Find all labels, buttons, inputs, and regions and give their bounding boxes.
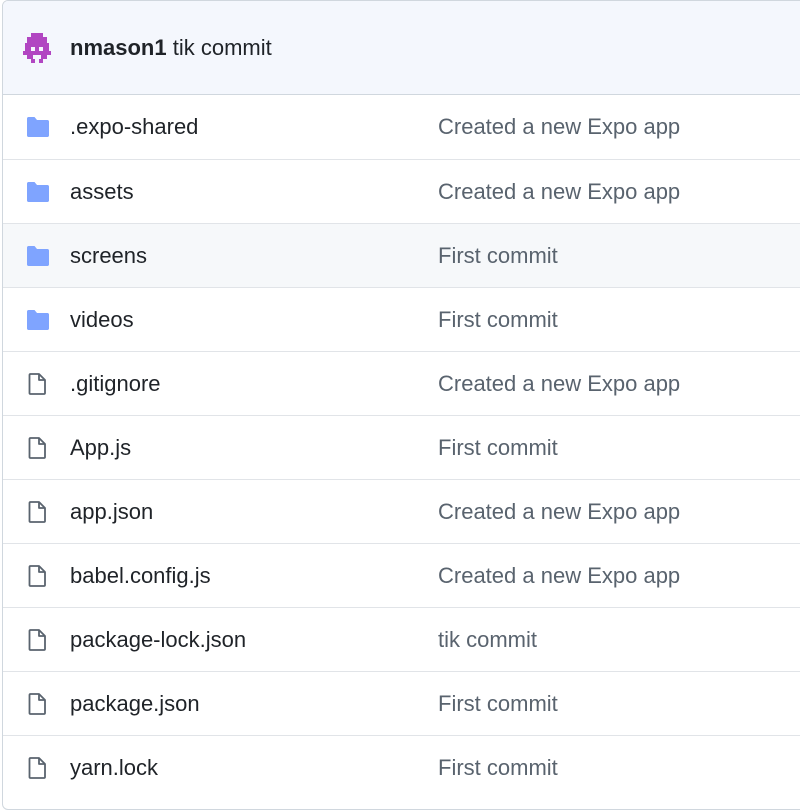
file-row[interactable]: babel.config.js Created a new Expo app <box>3 543 800 607</box>
file-row[interactable]: app.json Created a new Expo app <box>3 479 800 543</box>
file-commit-message-link[interactable]: tik commit <box>438 626 537 654</box>
latest-commit-text: nmason1 tik commit <box>70 34 272 62</box>
file-icon <box>25 756 51 780</box>
avatar[interactable] <box>21 31 53 63</box>
file-commit-message-link[interactable]: First commit <box>438 434 558 462</box>
file-name-link[interactable]: .gitignore <box>70 370 161 398</box>
file-list: .expo-shared Created a new Expo app asse… <box>3 95 800 799</box>
latest-commit-message-link[interactable]: tik commit <box>173 35 272 60</box>
file-commit-message-link[interactable]: Created a new Expo app <box>438 178 680 206</box>
file-icon <box>25 628 51 652</box>
folder-icon <box>25 115 51 139</box>
file-row[interactable]: package.json First commit <box>3 671 800 735</box>
file-name-link[interactable]: babel.config.js <box>70 562 211 590</box>
file-name-link[interactable]: App.js <box>70 434 131 462</box>
file-commit-message-link[interactable]: First commit <box>438 690 558 718</box>
commit-author-link[interactable]: nmason1 <box>70 35 167 60</box>
file-name-link[interactable]: videos <box>70 306 134 334</box>
file-name-link[interactable]: app.json <box>70 498 153 526</box>
file-browser: nmason1 tik commit .expo-shared Created … <box>2 0 800 810</box>
file-row[interactable]: screens First commit <box>3 223 800 287</box>
folder-icon <box>25 180 51 204</box>
file-name-link[interactable]: screens <box>70 242 147 270</box>
file-name-link[interactable]: package.json <box>70 690 200 718</box>
file-commit-message-link[interactable]: First commit <box>438 306 558 334</box>
latest-commit-header: nmason1 tik commit <box>3 1 800 95</box>
file-row[interactable]: assets Created a new Expo app <box>3 159 800 223</box>
file-commit-message-link[interactable]: First commit <box>438 754 558 782</box>
file-name-link[interactable]: yarn.lock <box>70 754 158 782</box>
file-row[interactable]: yarn.lock First commit <box>3 735 800 799</box>
file-name-link[interactable]: package-lock.json <box>70 626 246 654</box>
file-commit-message-link[interactable]: First commit <box>438 242 558 270</box>
file-row[interactable]: .expo-shared Created a new Expo app <box>3 95 800 159</box>
file-row[interactable]: App.js First commit <box>3 415 800 479</box>
file-icon <box>25 372 51 396</box>
file-icon <box>25 564 51 588</box>
file-name-link[interactable]: assets <box>70 178 134 206</box>
file-commit-message-link[interactable]: Created a new Expo app <box>438 113 680 141</box>
file-commit-message-link[interactable]: Created a new Expo app <box>438 498 680 526</box>
file-row[interactable]: package-lock.json tik commit <box>3 607 800 671</box>
file-commit-message-link[interactable]: Created a new Expo app <box>438 370 680 398</box>
file-icon <box>25 692 51 716</box>
file-name-link[interactable]: .expo-shared <box>70 113 198 141</box>
folder-icon <box>25 308 51 332</box>
file-row[interactable]: videos First commit <box>3 287 800 351</box>
folder-icon <box>25 244 51 268</box>
file-icon <box>25 500 51 524</box>
file-row[interactable]: .gitignore Created a new Expo app <box>3 351 800 415</box>
file-icon <box>25 436 51 460</box>
file-commit-message-link[interactable]: Created a new Expo app <box>438 562 680 590</box>
